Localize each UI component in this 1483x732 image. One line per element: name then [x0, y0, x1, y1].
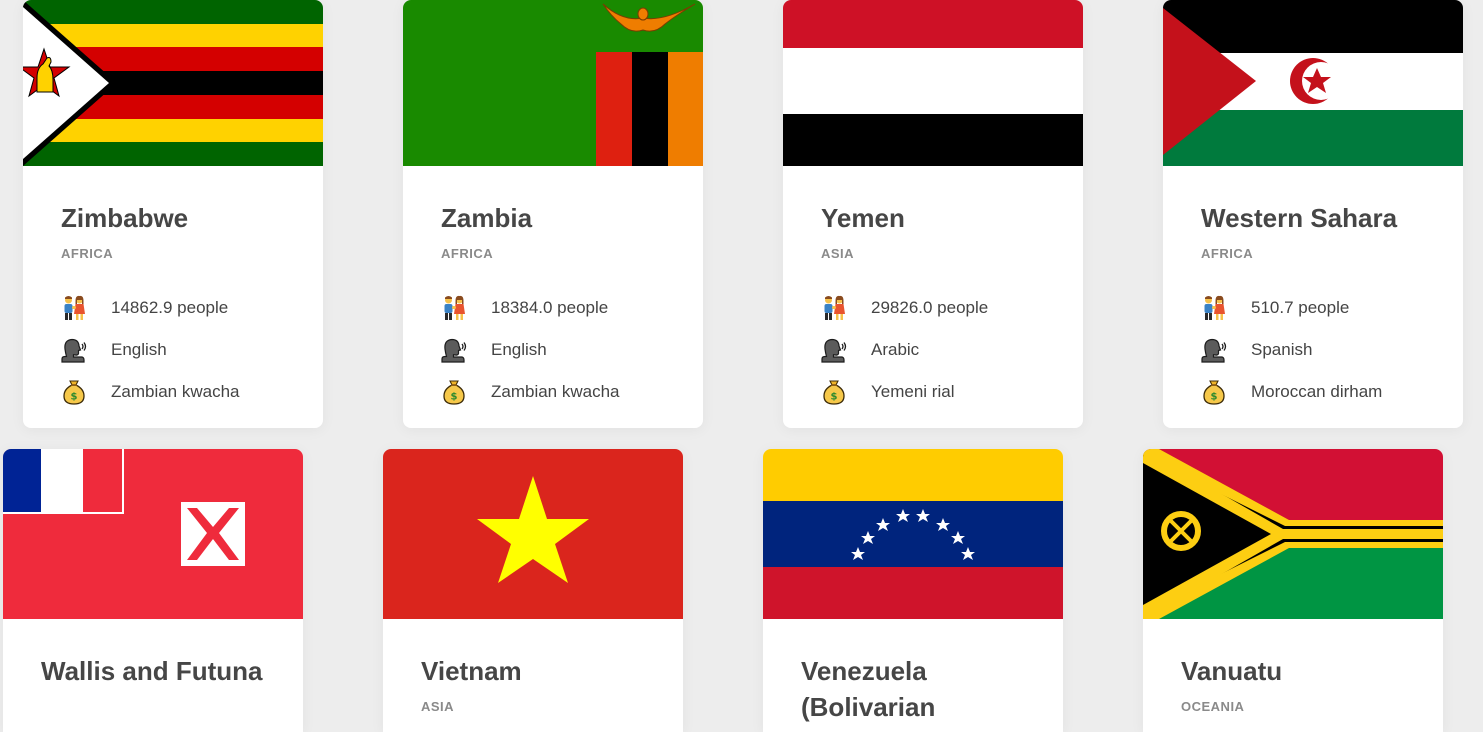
money-bag-icon	[821, 379, 847, 405]
yemen-flag	[783, 0, 1083, 166]
vanuatu-flag	[1143, 449, 1443, 619]
speaking-head-icon	[61, 337, 87, 363]
language-value: Spanish	[1251, 340, 1313, 359]
country-card[interactable]: Venezuela (Bolivarian Republic of)	[763, 449, 1063, 732]
country-card[interactable]: Vanuatu OCEANIA	[1143, 449, 1443, 732]
speaking-head-icon	[441, 337, 467, 363]
people-holding-hands-icon	[1201, 295, 1227, 321]
language-value: English	[491, 340, 547, 359]
population-stat: 18384.0 people	[441, 287, 665, 329]
language-stat: Arabic	[821, 329, 1045, 371]
country-card[interactable]: Yemen ASIA 29826.0 people Arabic Yemeni …	[783, 0, 1083, 428]
wallis-and-futuna-flag	[3, 449, 303, 619]
country-card[interactable]: Zimbabwe AFRICA 14862.9 people English Z…	[23, 0, 323, 428]
currency-stat: Zambian kwacha	[61, 371, 285, 413]
country-name: Western Sahara	[1201, 203, 1398, 233]
country-region: OCEANIA	[1181, 699, 1245, 714]
country-name: Yemen	[821, 203, 905, 233]
country-name: Venezuela (Bolivarian Republic of)	[801, 656, 951, 732]
country-card[interactable]: Western Sahara AFRICA 510.7 people Spani…	[1163, 0, 1463, 428]
money-bag-icon	[441, 379, 467, 405]
country-card[interactable]: Zambia AFRICA 18384.0 people English Zam…	[403, 0, 703, 428]
currency-stat: Yemeni rial	[821, 371, 1045, 413]
population-value: 29826.0 people	[871, 298, 989, 317]
currency-value: Zambian kwacha	[491, 382, 620, 401]
currency-value: Zambian kwacha	[111, 382, 240, 401]
population-stat: 29826.0 people	[821, 287, 1045, 329]
population-value: 18384.0 people	[491, 298, 609, 317]
people-holding-hands-icon	[821, 295, 847, 321]
western-sahara-flag	[1163, 0, 1463, 166]
country-region: ASIA	[821, 246, 855, 261]
zambia-flag	[403, 0, 703, 166]
population-value: 14862.9 people	[111, 298, 229, 317]
country-name: Wallis and Futuna	[41, 656, 263, 686]
speaking-head-icon	[821, 337, 847, 363]
country-card[interactable]: Vietnam ASIA	[383, 449, 683, 732]
language-stat: Spanish	[1201, 329, 1425, 371]
language-value: Arabic	[871, 340, 920, 359]
population-stat: 14862.9 people	[61, 287, 285, 329]
language-value: English	[111, 340, 167, 359]
country-region: AFRICA	[1201, 246, 1254, 261]
currency-value: Moroccan dirham	[1251, 382, 1383, 401]
currency-stat: Moroccan dirham	[1201, 371, 1425, 413]
country-name: Vietnam	[421, 656, 522, 686]
language-stat: English	[441, 329, 665, 371]
country-region: AFRICA	[441, 246, 494, 261]
country-region: AFRICA	[61, 246, 114, 261]
people-holding-hands-icon	[61, 295, 87, 321]
country-name: Vanuatu	[1181, 656, 1283, 686]
people-holding-hands-icon	[441, 295, 467, 321]
money-bag-icon	[1201, 379, 1227, 405]
currency-stat: Zambian kwacha	[441, 371, 665, 413]
country-region: ASIA	[421, 699, 455, 714]
language-stat: English	[61, 329, 285, 371]
zimbabwe-flag	[23, 0, 323, 166]
speaking-head-icon	[1201, 337, 1227, 363]
population-stat: 510.7 people	[1201, 287, 1425, 329]
currency-value: Yemeni rial	[871, 382, 955, 401]
money-bag-icon	[61, 379, 87, 405]
country-card[interactable]: Wallis and Futuna	[3, 449, 303, 732]
country-name: Zambia	[441, 203, 533, 233]
vietnam-flag	[383, 449, 683, 619]
venezuela-flag	[763, 449, 1063, 619]
country-name: Zimbabwe	[61, 203, 189, 233]
population-value: 510.7 people	[1251, 298, 1350, 317]
